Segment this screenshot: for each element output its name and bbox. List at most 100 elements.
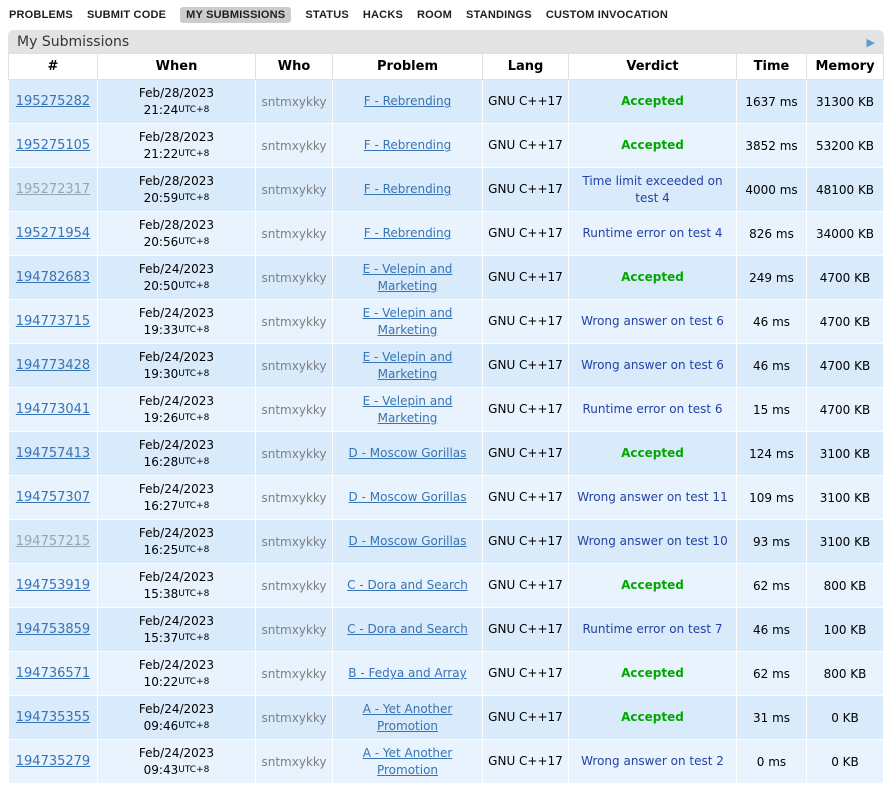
author-link[interactable]: sntmxykky <box>261 315 326 329</box>
submission-date: Feb/24/2023 <box>101 657 252 674</box>
submission-id-cell: 194753859 <box>9 608 98 652</box>
author-link[interactable]: sntmxykky <box>261 227 326 241</box>
verdict-text: Runtime error on test 7 <box>582 621 722 637</box>
timezone-label: UTC+8 <box>178 545 209 555</box>
submission-when-cell: Feb/24/2023 15:38UTC+8 <box>98 564 256 608</box>
author-cell: sntmxykky <box>256 652 333 696</box>
problem-link[interactable]: B - Fedya and Array <box>348 666 466 680</box>
author-cell: sntmxykky <box>256 256 333 300</box>
author-link[interactable]: sntmxykky <box>261 139 326 153</box>
submission-time: 21:24UTC+8 <box>101 102 252 119</box>
memory-cell: 4700 KB <box>807 256 884 300</box>
submission-id-cell: 194773041 <box>9 388 98 432</box>
author-link[interactable]: sntmxykky <box>261 271 326 285</box>
author-cell: sntmxykky <box>256 740 333 784</box>
verdict-text: Accepted <box>621 577 684 593</box>
submission-id-link[interactable]: 195271954 <box>16 226 90 241</box>
submission-time: 19:30UTC+8 <box>101 366 252 383</box>
submission-id-link[interactable]: 194753859 <box>16 622 90 637</box>
language-cell: GNU C++17 <box>483 564 569 608</box>
problem-link[interactable]: A - Yet Another Promotion <box>363 702 453 732</box>
submission-when-cell: Feb/28/2023 20:59UTC+8 <box>98 168 256 212</box>
submission-id-link[interactable]: 194773041 <box>16 402 90 417</box>
submission-id-link[interactable]: 194736571 <box>16 666 90 681</box>
nav-item-problems[interactable]: PROBLEMS <box>9 9 73 21</box>
problem-link[interactable]: E - Velepin and Marketing <box>363 262 453 292</box>
nav-item-room[interactable]: ROOM <box>417 9 452 21</box>
problem-link[interactable]: D - Moscow Gorillas <box>349 534 467 548</box>
author-link[interactable]: sntmxykky <box>261 535 326 549</box>
verdict-cell: Accepted <box>569 256 737 300</box>
nav-item-status[interactable]: STATUS <box>305 9 349 21</box>
nav-item-custom-invocation[interactable]: CUSTOM INVOCATION <box>546 9 668 21</box>
problem-link[interactable]: F - Rebrending <box>364 182 452 196</box>
problem-link[interactable]: F - Rebrending <box>364 94 452 108</box>
problem-cell: D - Moscow Gorillas <box>333 520 483 564</box>
problem-link[interactable]: E - Velepin and Marketing <box>363 394 453 424</box>
table-body: 195275282 Feb/28/2023 21:24UTC+8 sntmxyk… <box>9 80 884 784</box>
submission-date: Feb/24/2023 <box>101 349 252 366</box>
submission-id-link[interactable]: 195275282 <box>16 94 90 109</box>
problem-link[interactable]: F - Rebrending <box>364 226 452 240</box>
submission-date: Feb/28/2023 <box>101 173 252 190</box>
submission-when-cell: Feb/24/2023 10:22UTC+8 <box>98 652 256 696</box>
timezone-label: UTC+8 <box>178 457 209 467</box>
problem-link[interactable]: C - Dora and Search <box>347 622 468 636</box>
exec-time-cell: 31 ms <box>737 696 807 740</box>
nav-item-my-submissions[interactable]: MY SUBMISSIONS <box>180 7 291 23</box>
submission-date: Feb/24/2023 <box>101 261 252 278</box>
submission-id-link[interactable]: 195275105 <box>16 138 90 153</box>
problem-link[interactable]: D - Moscow Gorillas <box>349 490 467 504</box>
expand-arrow-icon[interactable]: ▶ <box>867 37 875 48</box>
timezone-label: UTC+8 <box>178 633 209 643</box>
nav-item-hacks[interactable]: HACKS <box>363 9 403 21</box>
nav-item-submit-code[interactable]: SUBMIT CODE <box>87 9 166 21</box>
submission-id-link[interactable]: 194773715 <box>16 314 90 329</box>
submission-id-link[interactable]: 194773428 <box>16 358 90 373</box>
author-link[interactable]: sntmxykky <box>261 183 326 197</box>
submission-id-link[interactable]: 194757215 <box>16 534 90 549</box>
author-link[interactable]: sntmxykky <box>261 667 326 681</box>
author-link[interactable]: sntmxykky <box>261 359 326 373</box>
problem-link[interactable]: C - Dora and Search <box>347 578 468 592</box>
author-link[interactable]: sntmxykky <box>261 579 326 593</box>
submission-time: 10:22UTC+8 <box>101 674 252 691</box>
author-link[interactable]: sntmxykky <box>261 447 326 461</box>
submission-id-link[interactable]: 194782683 <box>16 270 90 285</box>
problem-link[interactable]: F - Rebrending <box>364 138 452 152</box>
verdict-cell: Accepted <box>569 432 737 476</box>
verdict-cell: Wrong answer on test 6 <box>569 344 737 388</box>
author-link[interactable]: sntmxykky <box>261 95 326 109</box>
author-link[interactable]: sntmxykky <box>261 491 326 505</box>
author-link[interactable]: sntmxykky <box>261 403 326 417</box>
nav-item-standings[interactable]: STANDINGS <box>466 9 532 21</box>
submission-id-cell: 194757307 <box>9 476 98 520</box>
submission-date: Feb/24/2023 <box>101 525 252 542</box>
memory-cell: 4700 KB <box>807 344 884 388</box>
verdict-text: Accepted <box>621 665 684 681</box>
submission-id-link[interactable]: 195272317 <box>16 182 90 197</box>
problem-link[interactable]: E - Velepin and Marketing <box>363 306 453 336</box>
verdict-cell: Wrong answer on test 2 <box>569 740 737 784</box>
column-header: Who <box>256 54 333 80</box>
submission-id-link[interactable]: 194757307 <box>16 490 90 505</box>
submission-id-link[interactable]: 194735355 <box>16 710 90 725</box>
timezone-label: UTC+8 <box>178 281 209 291</box>
problem-link[interactable]: D - Moscow Gorillas <box>349 446 467 460</box>
problem-link[interactable]: A - Yet Another Promotion <box>363 746 453 776</box>
submission-row: 194782683 Feb/24/2023 20:50UTC+8 sntmxyk… <box>9 256 884 300</box>
author-link[interactable]: sntmxykky <box>261 711 326 725</box>
column-header: # <box>9 54 98 80</box>
submission-id-link[interactable]: 194757413 <box>16 446 90 461</box>
submission-id-link[interactable]: 194753919 <box>16 578 90 593</box>
verdict-text: Wrong answer on test 10 <box>577 533 727 549</box>
submission-id-link[interactable]: 194735279 <box>16 754 90 769</box>
author-cell: sntmxykky <box>256 696 333 740</box>
submission-time: 20:50UTC+8 <box>101 278 252 295</box>
author-link[interactable]: sntmxykky <box>261 623 326 637</box>
problem-cell: E - Velepin and Marketing <box>333 388 483 432</box>
timezone-label: UTC+8 <box>178 501 209 511</box>
author-link[interactable]: sntmxykky <box>261 755 326 769</box>
submission-when-cell: Feb/24/2023 09:43UTC+8 <box>98 740 256 784</box>
problem-link[interactable]: E - Velepin and Marketing <box>363 350 453 380</box>
